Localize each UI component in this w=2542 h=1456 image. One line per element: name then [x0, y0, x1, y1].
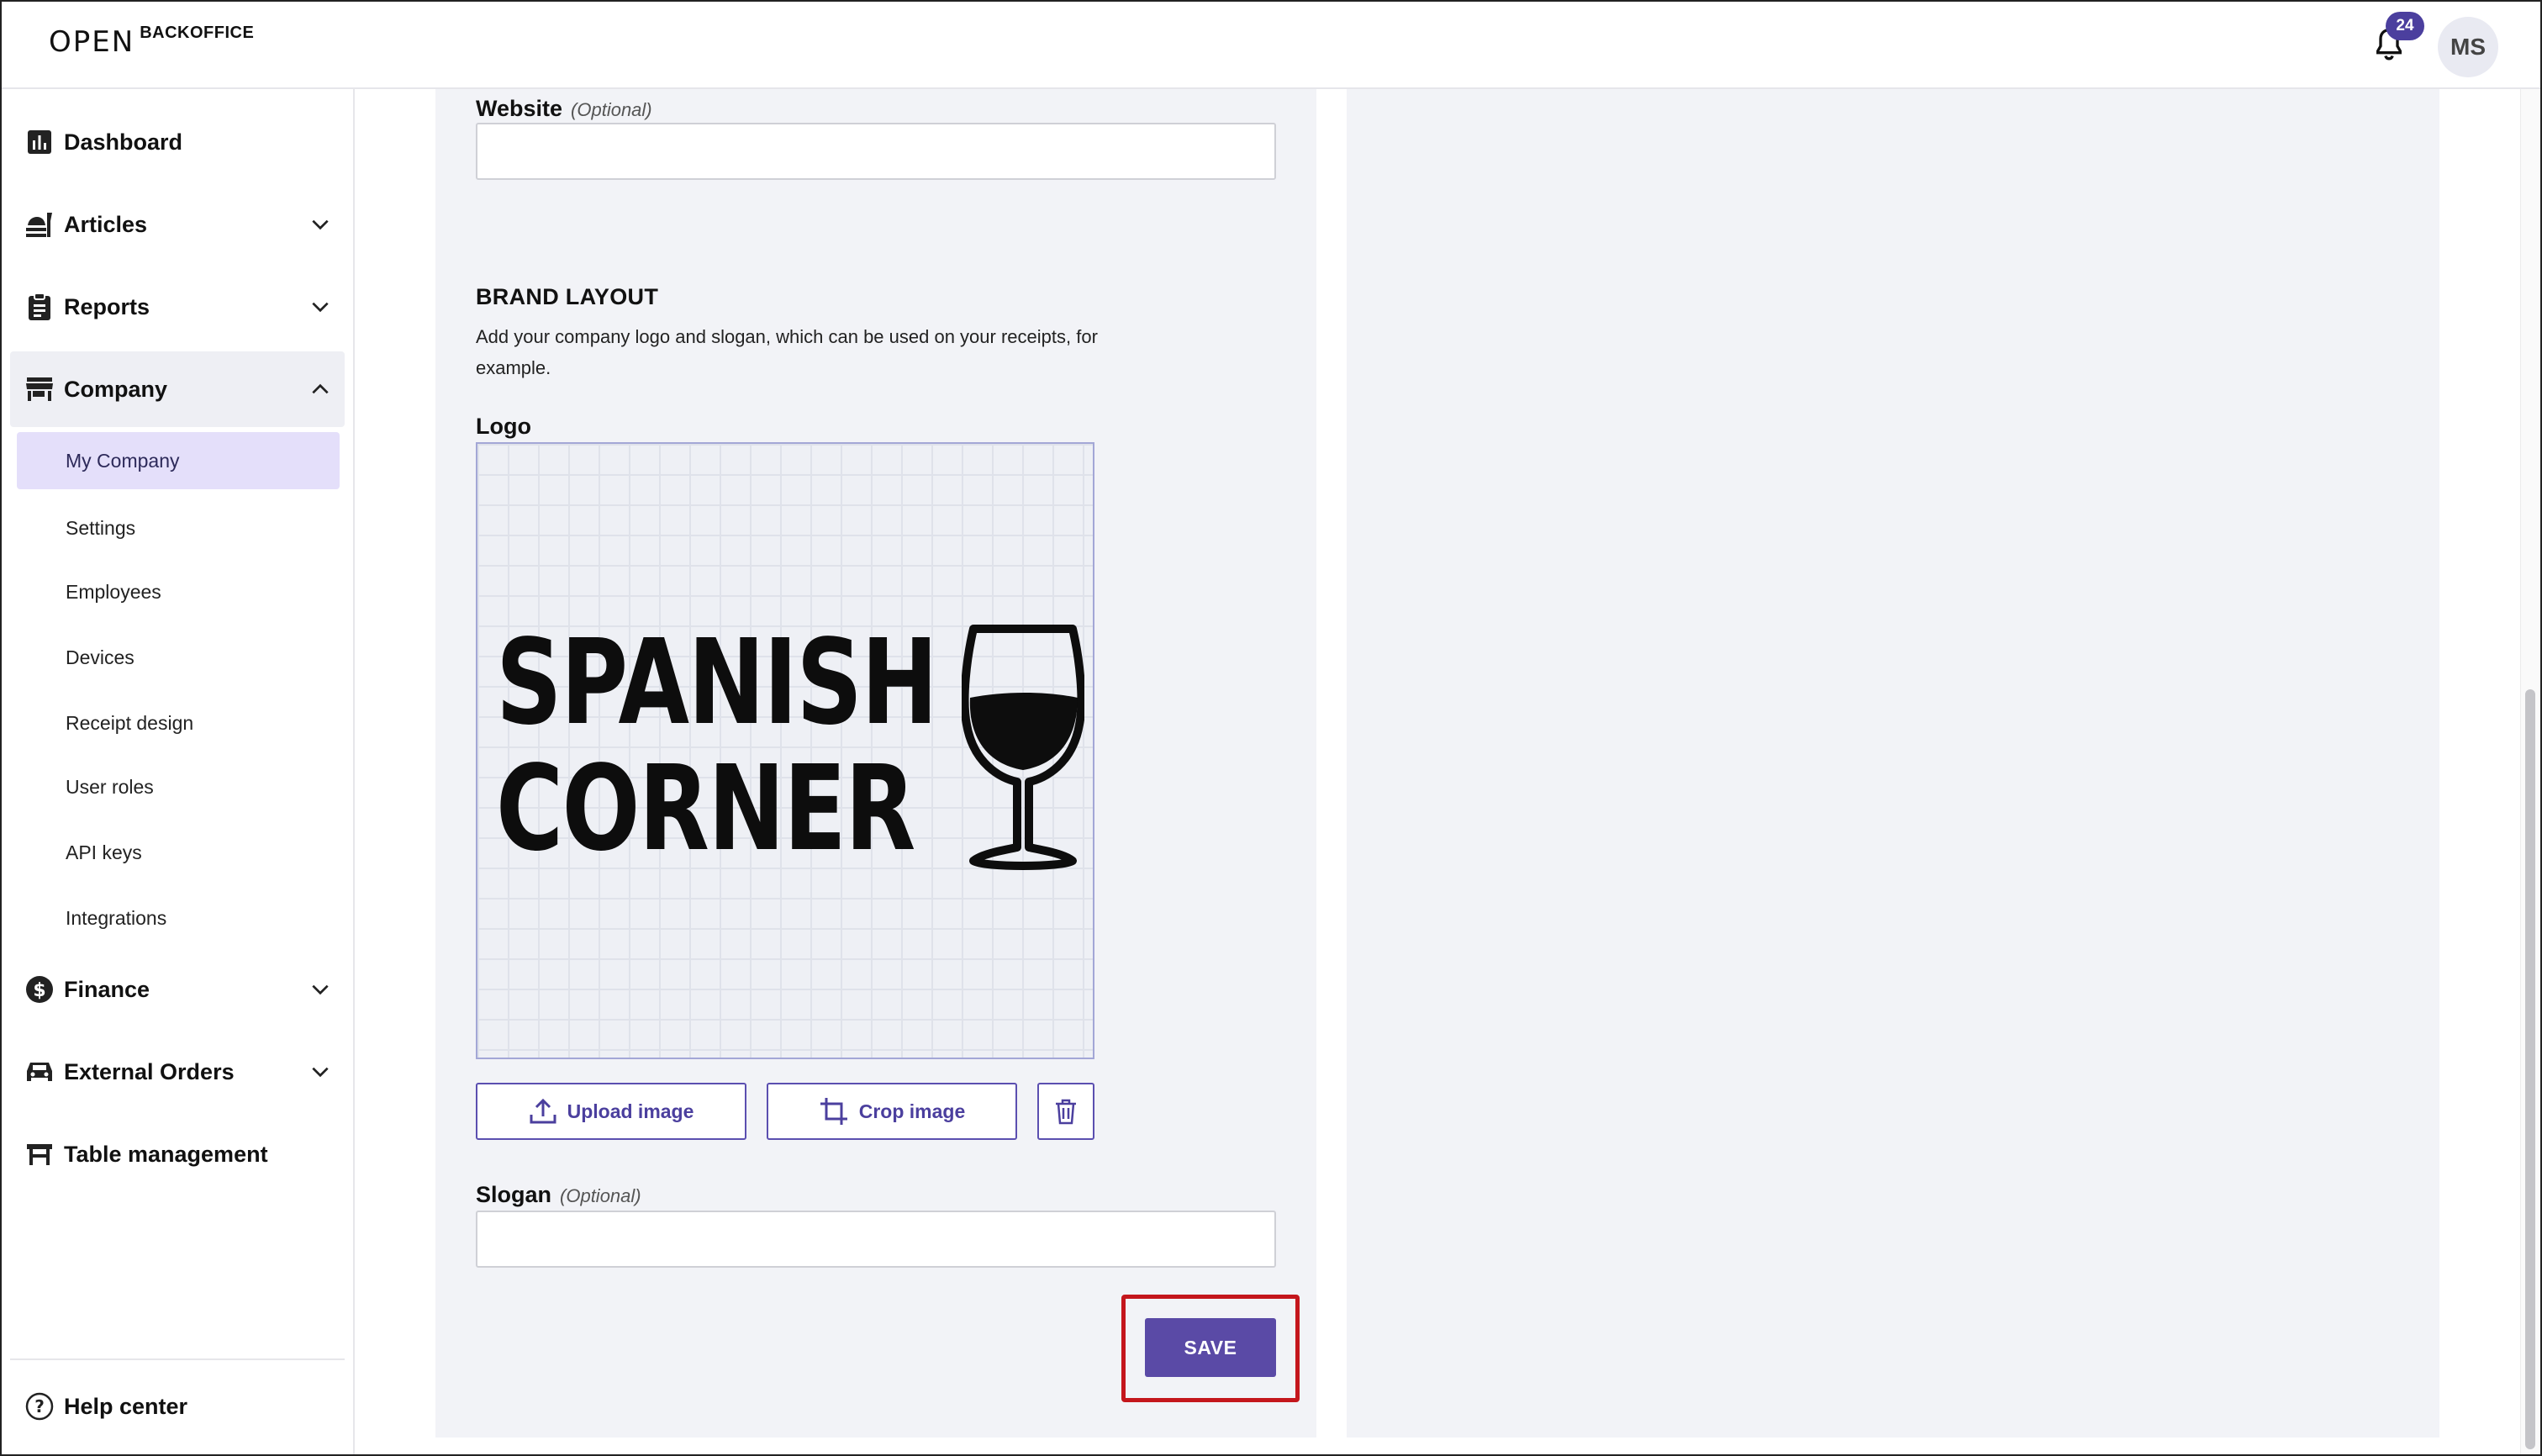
sidebar-subitem-employees[interactable]: Employees	[17, 563, 340, 620]
notification-count-badge: 24	[2386, 12, 2424, 40]
help-center-label: Help center	[64, 1393, 188, 1419]
sidebar-item-company[interactable]: Company	[10, 351, 345, 427]
website-label: Website (Optional)	[476, 96, 652, 122]
sidebar-item-label: Finance	[64, 976, 150, 1002]
brand-text: BACKOFFICE	[140, 24, 255, 42]
chevron-up-icon[interactable]	[309, 378, 331, 400]
chevron-down-icon[interactable]	[309, 979, 331, 1000]
trash-icon	[1056, 1099, 1076, 1125]
slogan-label: Slogan (Optional)	[476, 1182, 641, 1208]
sidebar-item-reports[interactable]: Reports	[10, 269, 345, 345]
brand-layout-description: Add your company logo and slogan, which …	[476, 326, 1098, 378]
brand[interactable]: OPEN BACKOFFICE	[49, 24, 254, 56]
store-icon	[24, 373, 55, 405]
logo-line-1: SPANISH	[496, 615, 938, 752]
sidebar-subitem-receipt-design[interactable]: Receipt design	[17, 694, 340, 752]
brand-logo: OPEN	[49, 25, 135, 59]
svg-text:$: $	[33, 980, 45, 1001]
sidebar-subitem-devices[interactable]: Devices	[17, 629, 340, 686]
sidebar-subitem-integrations[interactable]: Integrations	[17, 889, 340, 947]
chevron-down-icon[interactable]	[309, 214, 331, 235]
food-icon	[24, 208, 55, 240]
svg-text:?: ?	[34, 1396, 45, 1416]
brand-layout-title: BRAND LAYOUT	[476, 284, 659, 309]
sidebar-item-external-orders[interactable]: External Orders	[10, 1034, 345, 1110]
user-avatar[interactable]: MS	[2438, 17, 2498, 77]
wine-glass-icon	[962, 625, 1084, 870]
right-panel	[1347, 89, 2439, 1438]
sidebar-subitem-my-company[interactable]: My Company	[17, 432, 340, 489]
save-button[interactable]: SAVE	[1145, 1318, 1276, 1377]
slogan-optional-hint: (Optional)	[560, 1185, 641, 1206]
sidebar-divider	[10, 1358, 345, 1360]
website-label-text: Website	[476, 96, 563, 121]
help-center-link[interactable]: ? Help center	[10, 1369, 345, 1444]
crop-icon	[820, 1098, 847, 1125]
scrollbar-thumb[interactable]	[2525, 689, 2535, 1449]
sidebar-item-label: Table management	[64, 1141, 268, 1167]
sidebar-item-label: Articles	[64, 211, 148, 237]
dollar-icon: $	[24, 973, 55, 1005]
app-window: OPEN BACKOFFICE 24 MS Dashboard Articles	[0, 0, 2542, 1456]
logo-label: Logo	[476, 414, 531, 439]
sidebar-item-label: Reports	[64, 293, 150, 319]
car-icon	[24, 1056, 55, 1088]
sidebar-item-label: Company	[64, 376, 168, 402]
sidebar-item-label: Dashboard	[64, 129, 183, 155]
upload-icon	[530, 1098, 556, 1124]
slogan-label-text: Slogan	[476, 1182, 552, 1207]
chevron-down-icon[interactable]	[309, 296, 331, 318]
upload-image-label: Upload image	[567, 1100, 694, 1122]
sidebar-item-table-management[interactable]: Table management	[10, 1116, 345, 1192]
website-input[interactable]	[476, 123, 1276, 180]
help-icon: ?	[24, 1390, 55, 1422]
top-header: OPEN BACKOFFICE 24 MS	[2, 2, 2540, 89]
logo-image-text: SPANISH CORNER	[496, 615, 938, 878]
sidebar-subitem-settings[interactable]: Settings	[17, 499, 340, 557]
sidebar-subitem-user-roles[interactable]: User roles	[17, 758, 340, 815]
website-optional-hint: (Optional)	[571, 99, 652, 120]
bar-chart-icon	[24, 126, 55, 158]
sidebar: Dashboard Articles Reports Company My Co…	[2, 89, 355, 1454]
sidebar-item-articles[interactable]: Articles	[10, 187, 345, 262]
upload-image-button[interactable]: Upload image	[476, 1083, 746, 1140]
logo-line-2: CORNER	[496, 741, 915, 878]
table-icon	[24, 1138, 55, 1170]
sidebar-item-dashboard[interactable]: Dashboard	[10, 104, 345, 180]
crop-image-label: Crop image	[858, 1100, 966, 1122]
logo-preview: SPANISH CORNER	[476, 442, 1094, 1059]
delete-image-button[interactable]	[1037, 1083, 1094, 1140]
clipboard-icon	[24, 291, 55, 323]
sidebar-item-finance[interactable]: $ Finance	[10, 952, 345, 1027]
chevron-down-icon[interactable]	[309, 1061, 331, 1083]
slogan-input[interactable]	[476, 1211, 1276, 1268]
sidebar-subitem-api-keys[interactable]: API keys	[17, 824, 340, 881]
crop-image-button[interactable]: Crop image	[767, 1083, 1017, 1140]
sidebar-item-label: External Orders	[64, 1058, 235, 1084]
